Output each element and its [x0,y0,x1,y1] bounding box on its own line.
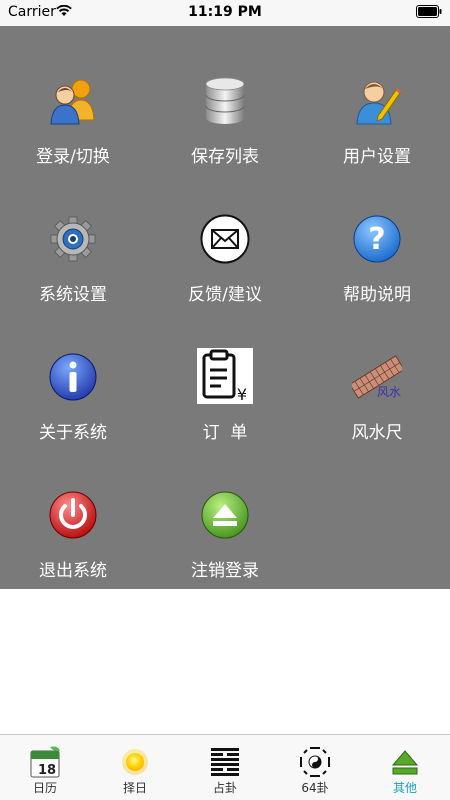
tab-label: 日历 [32,781,57,795]
yen-symbol: ¥ [237,385,247,404]
tab-64-hexagrams[interactable]: 64卦 [270,735,360,800]
database-icon [205,77,245,124]
menu-label: 注销登录 [191,561,259,581]
gear-icon [50,216,96,262]
ruler-icon-text: 风水 [377,385,401,399]
power-icon [49,491,97,539]
fengshui-ruler-icon: 风水 [352,355,402,399]
battery-icon [416,5,442,18]
menu-item-exit-system[interactable]: 退出系统 [8,484,138,604]
menu-item-logout[interactable]: 注销登录 [160,484,290,604]
users-icon [50,79,95,125]
svg-text:?: ? [368,222,385,257]
menu-label: 登录/切换 [36,147,110,167]
menu-label: 退出系统 [39,561,107,581]
menu-label: 保存列表 [191,147,259,167]
tab-label: 择日 [122,781,147,795]
calendar-day: 18 [38,763,56,778]
tab-other[interactable]: 其他 [360,735,450,800]
menu-item-login-switch[interactable]: 登录/切换 [8,70,138,190]
calendar-icon: 18 [30,746,60,778]
menu-label: 风水尺 [351,423,403,443]
tab-calendar[interactable]: 18 日历 [0,735,90,800]
menu-label: 关于系统 [39,423,107,443]
menu-label: 系统设置 [39,285,107,305]
tab-date-selection[interactable]: 择日 [90,735,180,800]
eject-icon [201,491,249,539]
order-clipboard-icon: ¥ [197,348,253,404]
menu-item-about[interactable]: 关于系统 [8,346,138,466]
hexagram-icon [211,748,239,776]
tab-divination[interactable]: 占卦 [180,735,270,800]
bagua-icon [300,747,330,777]
menu-label: 用户设置 [343,147,411,167]
help-icon: ? [353,215,401,263]
menu-item-saved-list[interactable]: 保存列表 [160,70,290,190]
menu-panel: 登录/切换 保存列表 用户设置 系统设置 反馈/建议 ? 帮助说明 关于系统 ¥… [0,26,450,589]
user-edit-icon [356,81,401,125]
info-icon [49,353,97,401]
tab-label: 其他 [392,781,417,795]
menu-item-feedback[interactable]: 反馈/建议 [160,208,290,328]
menu-item-user-settings[interactable]: 用户设置 [312,70,442,190]
tab-label: 占卦 [212,781,237,795]
eject-icon [391,750,419,775]
sun-icon [122,749,148,775]
screen: Carrier 11:19 PM 登录/切换 保存列表 用户设置 系统设置 反馈… [0,0,450,800]
envelope-icon [200,214,250,264]
menu-label: 帮助说明 [343,285,411,305]
menu-item-fengshui-ruler[interactable]: 风水 风水尺 [312,346,442,466]
tab-bar: 18 日历 择日 占卦 64卦 其他 [0,734,450,800]
menu-label: 订 单 [202,423,248,443]
menu-item-orders[interactable]: ¥ 订 单 [160,346,290,466]
status-time: 11:19 PM [188,4,262,20]
menu-item-help[interactable]: ? 帮助说明 [312,208,442,328]
menu-item-system-settings[interactable]: 系统设置 [8,208,138,328]
menu-label: 反馈/建议 [188,285,262,305]
status-bar: Carrier 11:19 PM [0,0,450,26]
tab-label: 64卦 [301,781,329,795]
